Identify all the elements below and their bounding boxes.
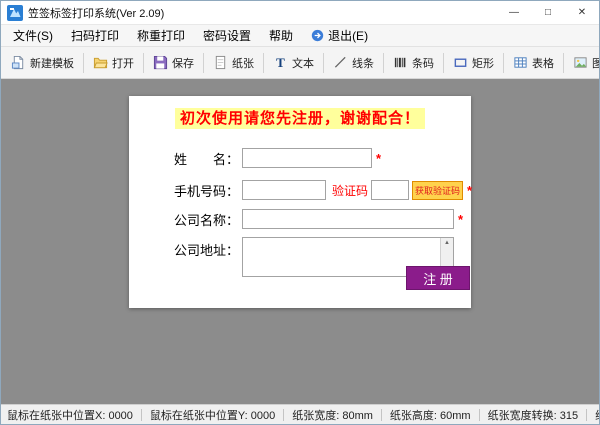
captcha-label: 验证码	[332, 183, 369, 198]
name-required-mark: *	[376, 150, 382, 166]
status-separator	[140, 408, 142, 421]
status-paper-width: 纸张宽度: 80mm	[292, 409, 373, 422]
menu-help[interactable]: 帮助	[260, 25, 302, 46]
rectangle-label: 矩形	[472, 57, 494, 70]
company-label: 公司名称：	[173, 212, 239, 228]
open-button[interactable]: 打开	[87, 51, 140, 75]
status-mouse-x: 鼠标在纸张中位置X: 0000	[7, 409, 133, 422]
registration-dialog: 初次使用请您先注册，谢谢配合！ 姓 名： * 手机号码： 验证码 获取验证码 *…	[129, 96, 472, 308]
barcode-tool-button[interactable]: 条码	[387, 51, 440, 75]
app-window: 笠签标签打印系统(Ver 2.09) — □ ✕ 文件(S) 扫码打印 称重打印…	[0, 0, 600, 425]
toolbar-separator	[383, 52, 384, 73]
text-tool-button[interactable]: T 文本	[267, 51, 320, 75]
paper-icon	[213, 55, 228, 70]
window-controls: — □ ✕	[497, 1, 599, 24]
line-tool-button[interactable]: 线条	[327, 51, 380, 75]
toolbar-separator	[203, 52, 204, 73]
status-separator	[283, 408, 285, 421]
new-template-icon	[11, 55, 26, 70]
toolbar-separator	[83, 52, 84, 73]
status-width-converted: 纸张宽度转换: 315	[487, 409, 579, 422]
open-folder-icon	[93, 55, 108, 70]
toolbar: 新建模板 打开 保存 纸张 T 文本 线条 条码 矩形 表格	[1, 47, 599, 79]
company-row: 公司名称： *	[129, 209, 467, 229]
save-label: 保存	[172, 57, 194, 70]
captcha-input[interactable]	[371, 180, 410, 200]
menu-weigh-print[interactable]: 称重打印	[128, 25, 194, 46]
text-icon: T	[276, 54, 285, 70]
new-template-label: 新建模板	[30, 57, 74, 70]
barcode-label: 条码	[412, 57, 434, 70]
image-icon	[573, 55, 588, 70]
status-mouse-y: 鼠标在纸张中位置Y: 0000	[149, 409, 276, 422]
company-input[interactable]	[242, 209, 454, 229]
rectangle-icon	[453, 55, 468, 70]
menu-bar: 文件(S) 扫码打印 称重打印 密码设置 帮助 退出(E)	[1, 25, 599, 47]
toolbar-separator	[503, 52, 504, 73]
toolbar-separator	[323, 52, 324, 73]
status-separator	[586, 408, 588, 421]
save-button[interactable]: 保存	[147, 51, 200, 75]
menu-password-settings[interactable]: 密码设置	[194, 25, 260, 46]
status-paper-height: 纸张高度: 60mm	[389, 409, 471, 422]
paper-label: 纸张	[232, 57, 254, 70]
app-logo-icon	[7, 4, 23, 21]
image-tool-button[interactable]: 图片	[567, 51, 599, 75]
table-label: 表格	[532, 57, 554, 70]
window-title: 笠签标签打印系统(Ver 2.09)	[28, 7, 165, 20]
table-tool-button[interactable]: 表格	[507, 51, 560, 75]
menu-exit-label: 退出(E)	[328, 29, 369, 43]
menu-file[interactable]: 文件(S)	[4, 25, 62, 46]
minimize-button[interactable]: —	[497, 1, 531, 24]
line-label: 线条	[352, 57, 374, 70]
company-required-mark: *	[458, 211, 464, 227]
exit-icon	[311, 29, 324, 42]
name-label: 姓 名：	[173, 151, 239, 167]
name-row: 姓 名： *	[129, 148, 467, 168]
register-button[interactable]: 注 册	[406, 266, 470, 290]
line-icon	[333, 55, 348, 70]
save-icon	[153, 55, 168, 70]
get-captcha-button[interactable]: 获取验证码	[412, 180, 464, 200]
name-input[interactable]	[242, 148, 372, 168]
title-bar: 笠签标签打印系统(Ver 2.09) — □ ✕	[1, 1, 599, 25]
close-button[interactable]: ✕	[565, 1, 599, 24]
table-icon	[513, 55, 528, 70]
address-label: 公司地址：	[173, 243, 239, 258]
phone-label: 手机号码：	[173, 183, 239, 199]
dialog-title: 初次使用请您先注册，谢谢配合！	[174, 108, 425, 129]
status-separator	[478, 408, 480, 421]
phone-required-mark: *	[467, 182, 473, 198]
toolbar-separator	[563, 52, 564, 73]
scroll-up-icon[interactable]: ▲	[444, 238, 450, 248]
phone-input[interactable]	[242, 180, 326, 200]
menu-scan-print[interactable]: 扫码打印	[62, 25, 128, 46]
status-bar: 鼠标在纸张中位置X: 0000 鼠标在纸张中位置Y: 0000 纸张宽度: 80…	[1, 404, 599, 424]
status-height-converted: 纸张高度转换: 236	[595, 407, 599, 423]
text-label: 文本	[292, 57, 314, 70]
paper-button[interactable]: 纸张	[207, 51, 260, 75]
barcode-icon	[393, 55, 408, 70]
open-label: 打开	[112, 57, 134, 70]
toolbar-separator	[263, 52, 264, 73]
image-label: 图片	[592, 55, 599, 71]
toolbar-separator	[443, 52, 444, 73]
toolbar-separator	[143, 52, 144, 73]
menu-exit[interactable]: 退出(E)	[302, 25, 377, 46]
phone-row: 手机号码： 验证码 获取验证码 *	[129, 180, 472, 200]
dialog-title-row: 初次使用请您先注册，谢谢配合！	[129, 107, 471, 129]
status-separator	[380, 408, 382, 421]
maximize-button[interactable]: □	[531, 1, 565, 24]
rectangle-tool-button[interactable]: 矩形	[447, 51, 500, 75]
workspace-canvas: 初次使用请您先注册，谢谢配合！ 姓 名： * 手机号码： 验证码 获取验证码 *…	[1, 79, 599, 404]
new-template-button[interactable]: 新建模板	[5, 51, 80, 75]
